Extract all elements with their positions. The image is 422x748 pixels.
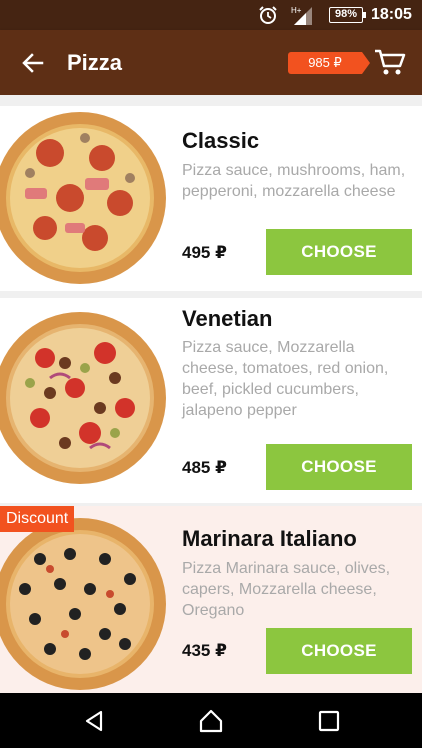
cart-total-badge[interactable]: 985 ₽ bbox=[288, 52, 370, 74]
signal-icon: H+ bbox=[291, 6, 312, 25]
product-card: Classic Pizza sauce, mushrooms, ham, pep… bbox=[0, 106, 422, 291]
app-bar: Pizza 985 ₽ bbox=[0, 30, 422, 95]
product-name: Classic bbox=[182, 128, 260, 153]
svg-text:H+: H+ bbox=[291, 6, 302, 15]
battery-indicator: 98% bbox=[329, 7, 366, 23]
choose-button[interactable]: CHOOSE bbox=[266, 628, 412, 674]
back-triangle-icon[interactable] bbox=[82, 709, 106, 733]
product-price: 435 ₽ bbox=[182, 641, 227, 660]
product-price: 485 ₽ bbox=[182, 458, 227, 477]
pizza-image bbox=[0, 312, 166, 484]
product-description: Pizza Marinara sauce, olives, capers, Mo… bbox=[182, 560, 391, 619]
alarm-icon bbox=[259, 6, 277, 24]
status-bar: H+ 98% 18:05 bbox=[0, 0, 422, 30]
pizza-image bbox=[0, 518, 166, 690]
product-price: 495 ₽ bbox=[182, 243, 227, 262]
product-list[interactable]: Classic Pizza sauce, mushrooms, ham, pep… bbox=[0, 95, 422, 693]
product-description: Pizza sauce, Mozzarella cheese, tomatoes… bbox=[182, 339, 389, 419]
system-nav-bar bbox=[0, 693, 422, 748]
pizza-image bbox=[0, 112, 166, 284]
cart-icon[interactable] bbox=[374, 47, 406, 77]
product-name: Venetian bbox=[182, 306, 273, 331]
home-icon[interactable] bbox=[199, 709, 223, 733]
back-arrow-icon[interactable] bbox=[20, 50, 46, 76]
choose-button[interactable]: CHOOSE bbox=[266, 444, 412, 490]
recents-square-icon[interactable] bbox=[317, 709, 341, 733]
clock: 18:05 bbox=[371, 6, 412, 23]
product-card: Venetian Pizza sauce, Mozzarella cheese,… bbox=[0, 298, 422, 503]
product-name: Marinara Italiano bbox=[182, 526, 357, 551]
choose-button[interactable]: CHOOSE bbox=[266, 229, 412, 275]
product-description: Pizza sauce, mushrooms, ham, pepperoni, … bbox=[182, 162, 406, 200]
page-title: Pizza bbox=[67, 50, 123, 75]
product-card: Discount Marinara Italiano Pizza Marinar… bbox=[0, 506, 422, 693]
discount-badge: Discount bbox=[0, 506, 75, 532]
